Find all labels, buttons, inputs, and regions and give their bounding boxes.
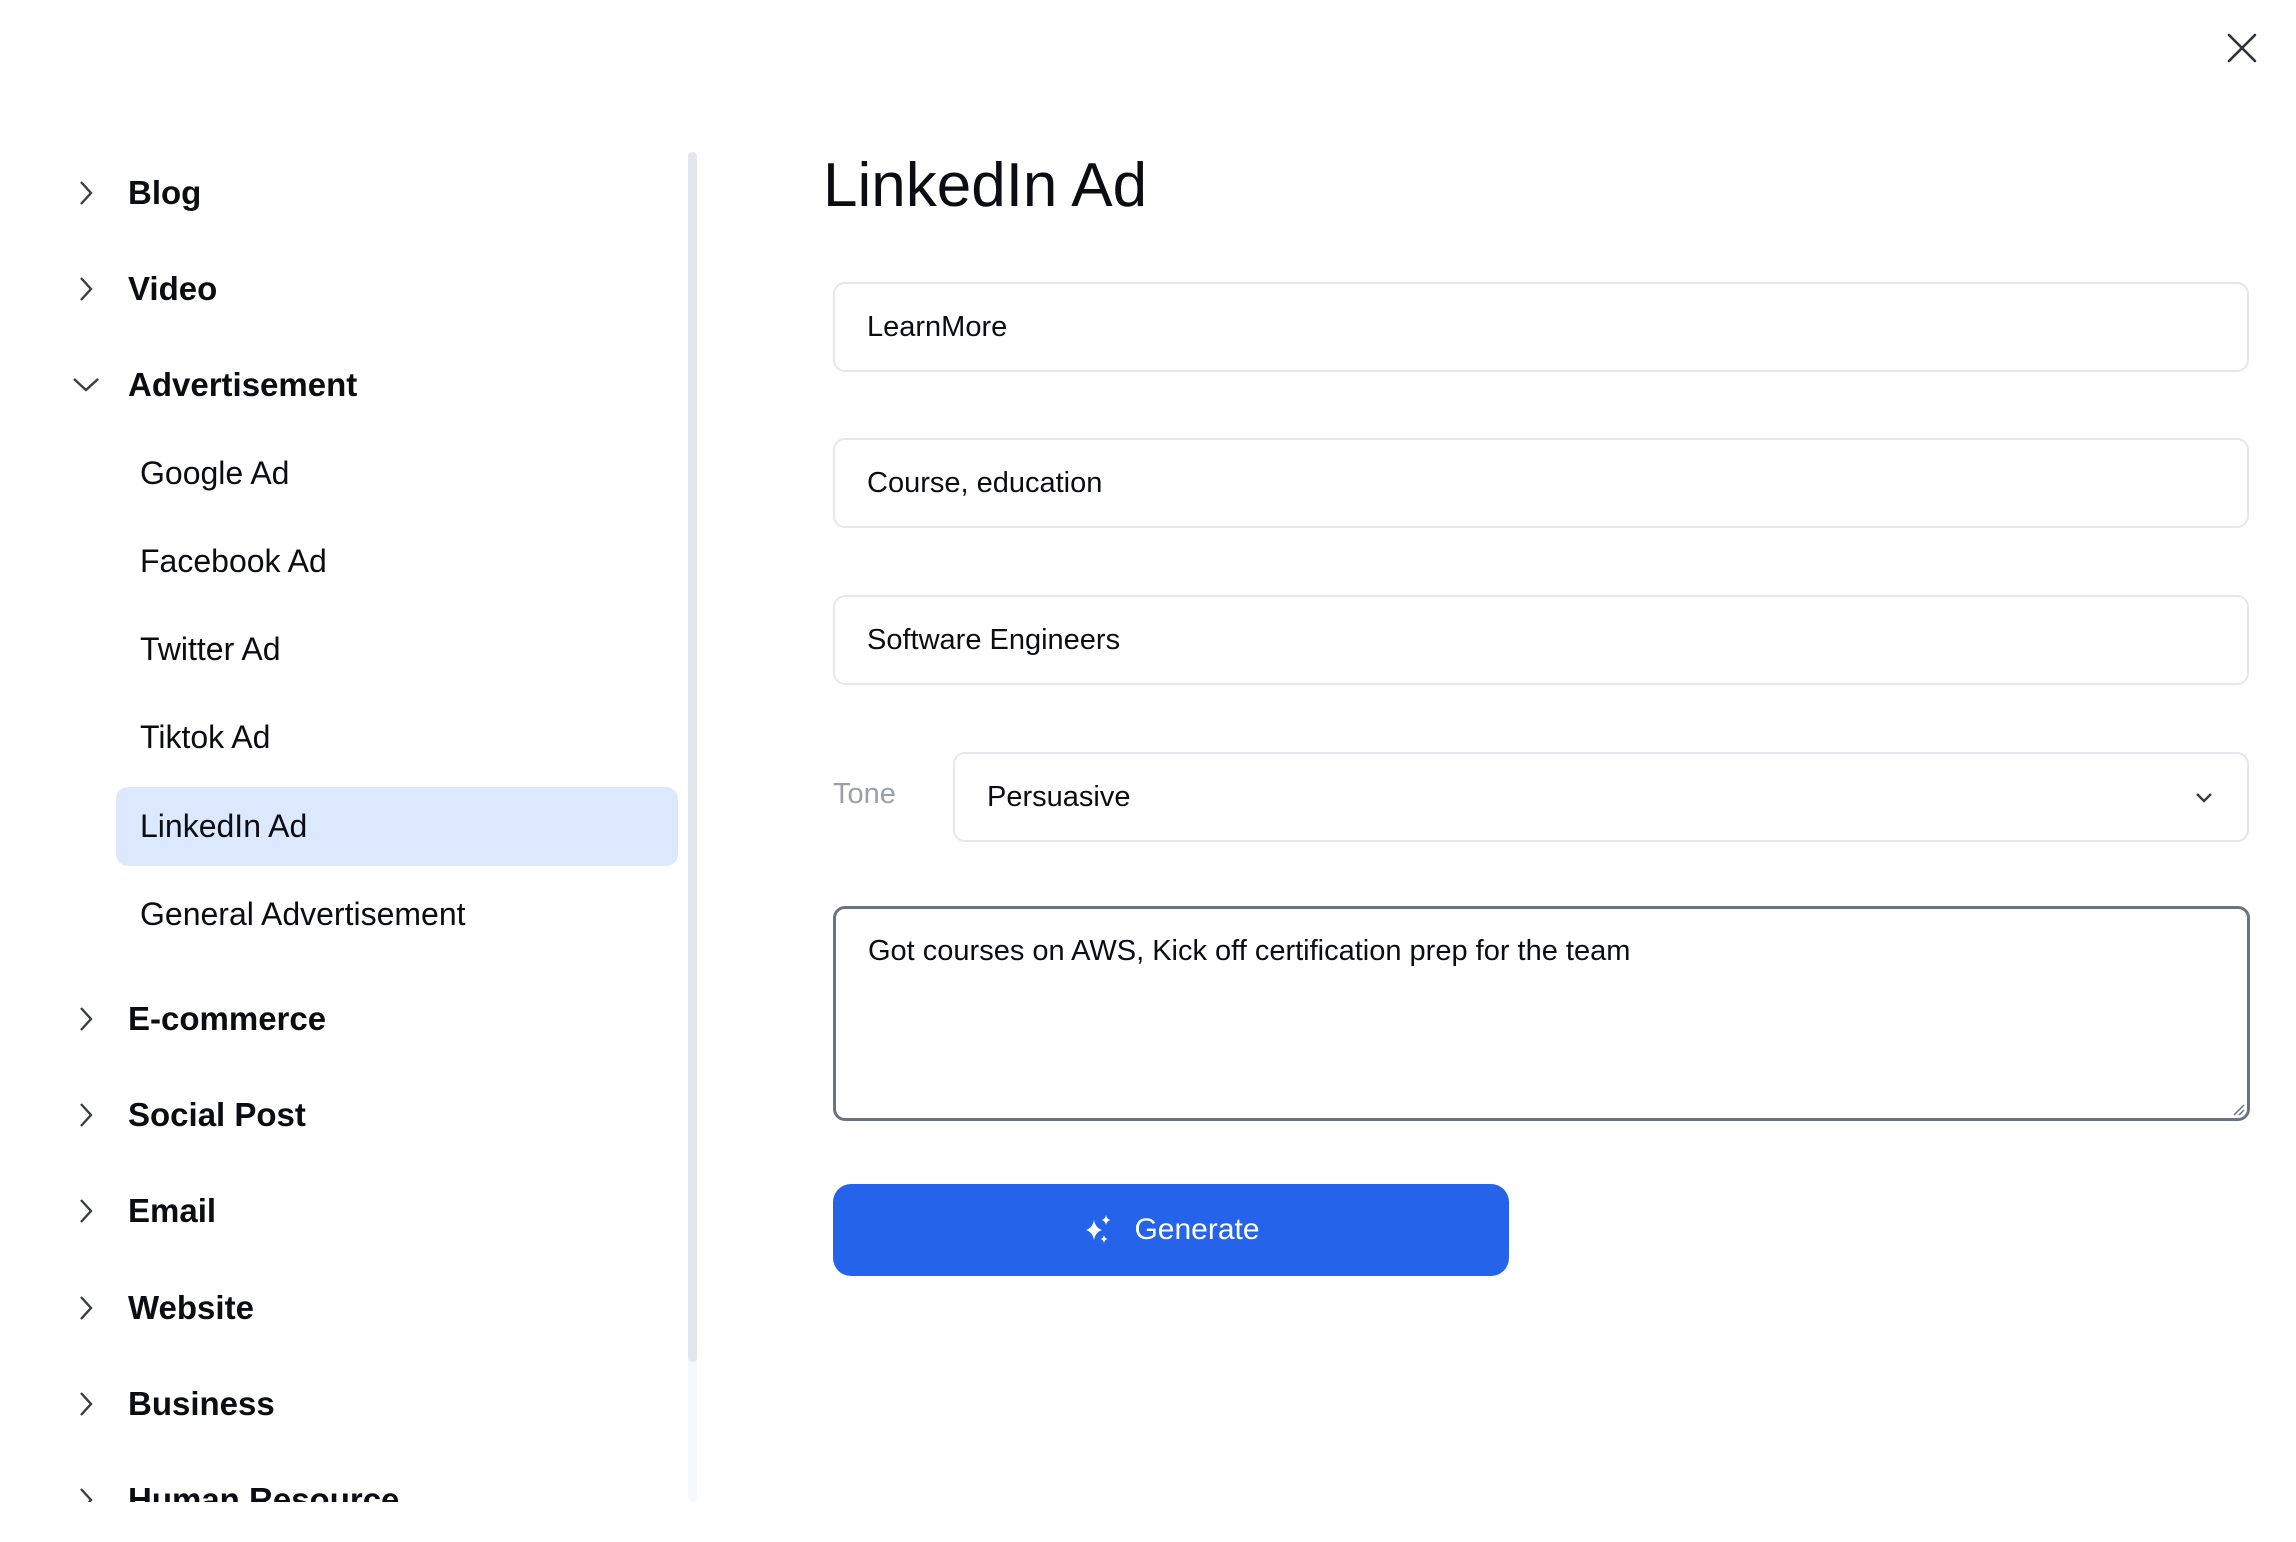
chevron-right-icon	[70, 177, 102, 209]
sidebar-item-advertisement[interactable]: Advertisement	[70, 355, 357, 415]
sidebar-item-label: Human Resource	[128, 1481, 400, 1502]
chevron-right-icon	[70, 1292, 102, 1324]
sidebar-subitem-linkedin-ad[interactable]: LinkedIn Ad	[116, 787, 678, 866]
sidebar-subitem-general-advertisement[interactable]: General Advertisement	[116, 875, 678, 954]
sidebar-subitem-facebook-ad[interactable]: Facebook Ad	[116, 522, 678, 601]
sidebar-item-e-commerce[interactable]: E-commerce	[70, 989, 326, 1049]
chevron-right-icon	[70, 1195, 102, 1227]
close-button[interactable]	[2224, 30, 2260, 66]
resize-handle-icon[interactable]	[2231, 1102, 2245, 1116]
sidebar-item-social-post[interactable]: Social Post	[70, 1085, 306, 1145]
tone-label: Tone	[833, 778, 896, 810]
sidebar-subitem-label: LinkedIn Ad	[140, 808, 308, 844]
chevron-right-icon	[70, 1003, 102, 1035]
chevron-right-icon	[70, 1099, 102, 1131]
generate-label: Generate	[1134, 1213, 1260, 1246]
sidebar-subitem-label: Twitter Ad	[140, 631, 281, 667]
sidebar-item-label: Business	[128, 1385, 275, 1422]
sidebar-item-website[interactable]: Website	[70, 1278, 254, 1338]
sidebar-item-label: Email	[128, 1192, 217, 1229]
sidebar-subitem-label: Google Ad	[140, 455, 290, 491]
chevron-right-icon	[70, 1388, 102, 1420]
sidebar-subitem-google-ad[interactable]: Google Ad	[116, 434, 678, 513]
chevron-right-icon	[70, 1484, 102, 1502]
tone-select[interactable]: Persuasive	[953, 752, 2249, 842]
sidebar-item-label: Social Post	[128, 1096, 306, 1133]
sidebar-item-human-resource[interactable]: Human Resource	[70, 1470, 399, 1502]
sidebar-item-label: Video	[128, 270, 218, 307]
page-title: LinkedIn Ad	[823, 151, 1148, 220]
sidebar-subitem-tiktok-ad[interactable]: Tiktok Ad	[116, 698, 678, 777]
sidebar-item-label: E-commerce	[128, 1000, 327, 1037]
chevron-right-icon	[70, 273, 102, 305]
keywords-input[interactable]	[833, 438, 2249, 528]
sidebar-item-blog[interactable]: Blog	[70, 163, 201, 223]
sidebar-item-label: Advertisement	[128, 366, 358, 403]
close-icon	[2227, 33, 2257, 63]
sidebar-item-video[interactable]: Video	[70, 259, 217, 319]
sparkles-icon	[1082, 1213, 1116, 1247]
audience-input[interactable]	[833, 595, 2249, 685]
tone-selected-value: Persuasive	[987, 780, 1131, 813]
cta-input[interactable]	[833, 282, 2249, 372]
sidebar-subitem-label: Facebook Ad	[140, 543, 327, 579]
sidebar-item-label: Blog	[128, 174, 202, 211]
description-textarea[interactable]: Got courses on AWS, Kick off certificati…	[833, 906, 2250, 1121]
chevron-down-icon	[70, 369, 102, 401]
generate-button[interactable]: Generate	[833, 1184, 1509, 1276]
chevron-down-icon	[2196, 793, 2212, 803]
sidebar-subitem-label: General Advertisement	[140, 896, 466, 932]
sidebar-item-label: Website	[128, 1289, 254, 1326]
sidebar: Blog Video Advertisement Google Ad Faceb…	[0, 150, 700, 1502]
sidebar-item-email[interactable]: Email	[70, 1181, 216, 1241]
sidebar-item-business[interactable]: Business	[70, 1374, 275, 1434]
sidebar-subitem-twitter-ad[interactable]: Twitter Ad	[116, 610, 678, 689]
sidebar-subitem-label: Tiktok Ad	[140, 719, 271, 755]
sidebar-scrollbar-thumb[interactable]	[688, 152, 697, 1362]
